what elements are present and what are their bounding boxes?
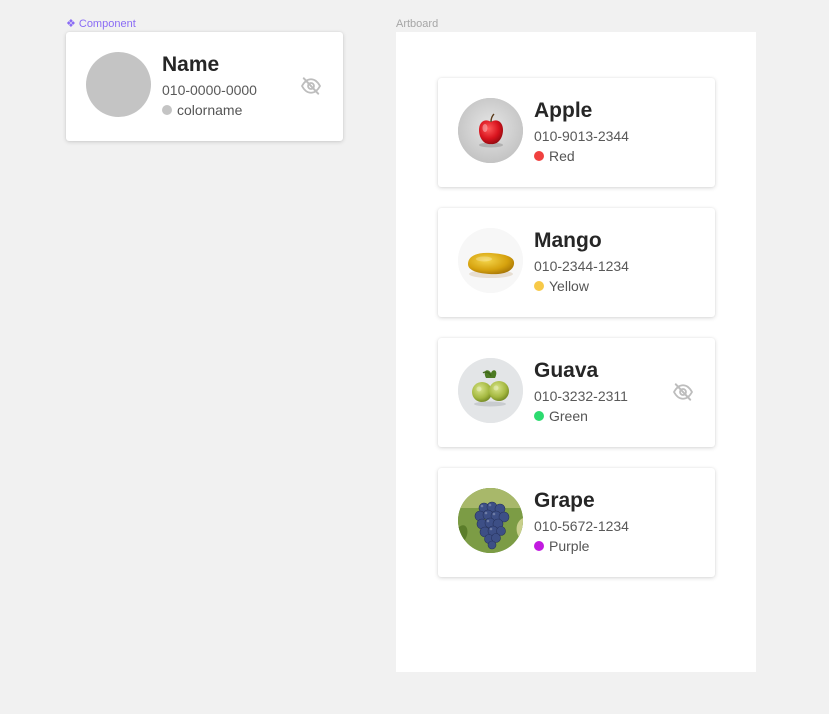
contact-name: Guava bbox=[534, 359, 599, 382]
contact-phone: 010-3232-2311 bbox=[534, 388, 628, 404]
color-row: colorname bbox=[162, 101, 242, 119]
component-frame-label[interactable]: ❖ Component bbox=[66, 17, 136, 31]
mango-photo bbox=[458, 228, 523, 293]
guava-photo bbox=[458, 358, 523, 423]
color-dot bbox=[534, 281, 544, 291]
component-card[interactable]: Name 010-0000-0000 colorname bbox=[66, 32, 343, 141]
artboard: Apple 010-9013-2344 Red Mango 010-2344-1… bbox=[396, 32, 756, 672]
contact-name: Grape bbox=[534, 489, 595, 512]
color-name: Red bbox=[549, 148, 575, 164]
color-name: Purple bbox=[549, 538, 590, 554]
apple-photo bbox=[458, 98, 523, 163]
color-row: Red bbox=[534, 147, 575, 165]
contact-card-apple[interactable]: Apple 010-9013-2344 Red bbox=[438, 78, 715, 187]
color-name: Green bbox=[549, 408, 588, 424]
color-dot bbox=[534, 151, 544, 161]
contact-name: Apple bbox=[534, 99, 593, 122]
component-icon: ❖ bbox=[66, 18, 76, 30]
color-name: Yellow bbox=[549, 278, 589, 294]
avatar-placeholder bbox=[86, 52, 151, 117]
contact-card-guava[interactable]: Guava 010-3232-2311 Green bbox=[438, 338, 715, 447]
contact-phone: 010-9013-2344 bbox=[534, 128, 629, 144]
artboard-frame-label[interactable]: Artboard bbox=[396, 17, 438, 31]
component-label-text: Component bbox=[78, 18, 136, 30]
contact-name: Name bbox=[162, 53, 220, 76]
color-dot bbox=[534, 541, 544, 551]
color-dot bbox=[162, 105, 172, 115]
contact-phone: 010-0000-0000 bbox=[162, 82, 257, 98]
contact-card-grape[interactable]: Grape 010-5672-1234 Purple bbox=[438, 468, 715, 577]
color-row: Purple bbox=[534, 537, 589, 555]
contact-card-mango[interactable]: Mango 010-2344-1234 Yellow bbox=[438, 208, 715, 317]
color-row: Green bbox=[534, 407, 588, 425]
color-name: colorname bbox=[177, 102, 243, 118]
contact-phone: 010-5672-1234 bbox=[534, 518, 629, 534]
grape-photo bbox=[458, 488, 523, 553]
eye-off-icon[interactable] bbox=[672, 383, 694, 401]
contact-name: Mango bbox=[534, 229, 602, 252]
eye-off-icon[interactable] bbox=[300, 77, 322, 95]
color-dot bbox=[534, 411, 544, 421]
contact-phone: 010-2344-1234 bbox=[534, 258, 629, 274]
color-row: Yellow bbox=[534, 277, 589, 295]
